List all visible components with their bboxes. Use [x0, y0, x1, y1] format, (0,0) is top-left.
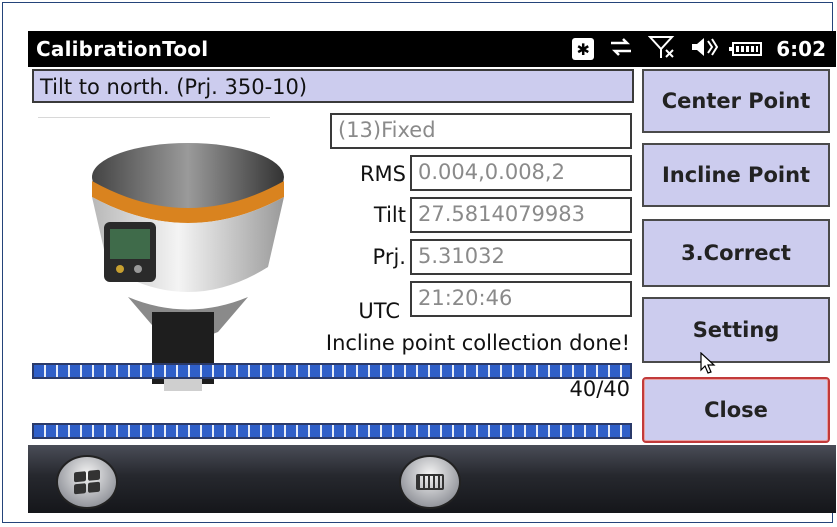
main-content: Tilt to north. (Prj. 350-10) (13)Fixed R…: [28, 67, 836, 445]
sync-arrows-icon[interactable]: [608, 36, 634, 62]
center-point-button[interactable]: Center Point: [642, 69, 830, 133]
progress-count: 40/40: [569, 377, 630, 401]
tilt-field: 27.5814079983: [410, 197, 632, 233]
calibration-title-box: Tilt to north. (Prj. 350-10): [32, 69, 634, 103]
setting-button[interactable]: Setting: [642, 297, 830, 363]
rms-field: 0.004,0.008,2: [410, 155, 632, 191]
utc-label: UTC: [358, 299, 400, 323]
prj-label: Prj.: [372, 245, 406, 269]
keyboard-icon[interactable]: [399, 455, 461, 509]
battery-icon[interactable]: [729, 42, 763, 56]
windows-start-icon[interactable]: [56, 455, 118, 509]
close-button[interactable]: Close: [642, 377, 830, 443]
clock-time[interactable]: 6:02: [776, 37, 826, 61]
rms-label: RMS: [359, 162, 406, 186]
no-signal-icon[interactable]: [647, 35, 676, 63]
bluetooth-icon[interactable]: ✱: [572, 38, 595, 60]
volume-icon[interactable]: [690, 36, 719, 62]
progress-bar-secondary: [32, 423, 632, 439]
prj-field: 5.31032: [410, 239, 632, 275]
utc-field: 21:20:46: [410, 281, 632, 317]
mouse-cursor-icon: [700, 352, 716, 374]
gnss-receiver-image: [92, 143, 284, 391]
status-message: Incline point collection done!: [325, 331, 630, 355]
taskbar: [28, 445, 836, 513]
title-bar: CalibrationTool ✱ 6:02: [28, 31, 836, 67]
tilt-label: Tilt: [373, 203, 406, 227]
incline-point-button[interactable]: Incline Point: [642, 143, 830, 207]
status-icons: ✱ 6:02: [572, 36, 826, 62]
solution-status-field: (13)Fixed: [330, 113, 632, 149]
app-title: CalibrationTool: [36, 37, 209, 61]
correct-button[interactable]: 3.Correct: [642, 219, 830, 287]
